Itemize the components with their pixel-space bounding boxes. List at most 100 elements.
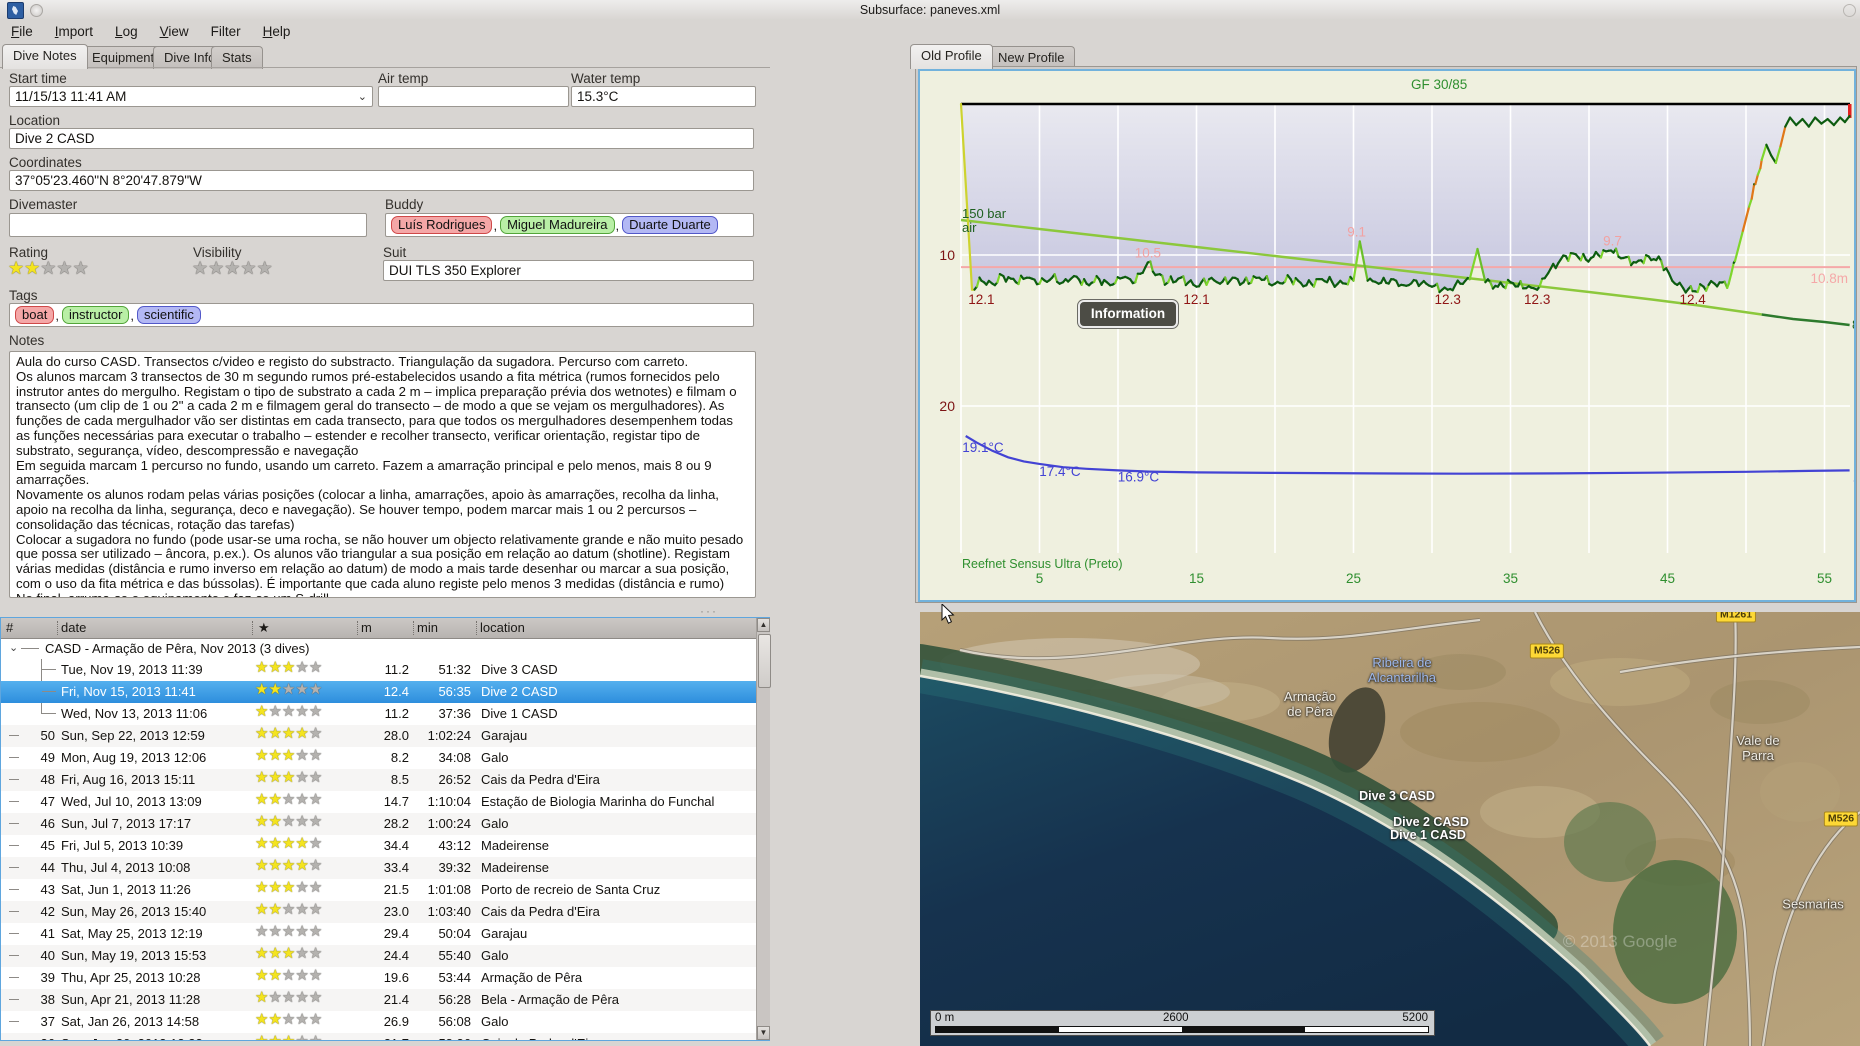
scrollbar-thumb[interactable] <box>758 634 771 688</box>
col-location[interactable]: location <box>480 620 525 635</box>
table-row[interactable]: 41 Sat, May 25, 2013 12:19 ★★★★★ 29.4 50:04 G… <box>1 923 757 945</box>
map-place-label: Sesmarias <box>1782 896 1844 912</box>
table-row[interactable]: Wed, Nov 13, 2013 11:06 ★★★★★ 11.2 37:36 Div… <box>1 703 757 725</box>
dive-tag[interactable]: instructor <box>61 306 130 324</box>
table-row[interactable]: 39 Thu, Apr 25, 2013 10:28 ★★★★★ 19.6 53:44 A… <box>1 967 757 989</box>
svg-text:15: 15 <box>1189 571 1204 586</box>
dive-site-map[interactable]: 0 m 2600 5200 Armação de Pêra Ribeira de … <box>920 612 1860 1046</box>
table-row[interactable]: 45 Fri, Jul 5, 2013 10:39 ★★★★★ 34.4 43:12 Ma… <box>1 835 757 857</box>
table-row[interactable]: 36Sun, Jan 20, 2013 12:33★★★★★21.758:36C… <box>1 1033 757 1040</box>
menu-view[interactable]: View <box>153 22 196 42</box>
dive-list-table: # date ★ m min location ⌄ CASD - Armação … <box>0 617 770 1041</box>
table-row[interactable]: 48 Fri, Aug 16, 2013 15:11 ★★★★★ 8.5 26:52 Ca… <box>1 769 757 791</box>
star-icon: ★ <box>281 835 296 852</box>
dive-site-label[interactable]: Dive 3 CASD <box>1359 789 1435 803</box>
svg-text:80: 80 <box>1852 317 1854 332</box>
titlebar-right-icon[interactable] <box>1843 4 1856 17</box>
star-icon: ★ <box>255 835 269 852</box>
table-row[interactable]: 43 Sat, Jun 1, 2013 11:26 ★★★★★ 21.5 1:01:08… <box>1 879 757 901</box>
svg-text:45: 45 <box>1660 571 1675 586</box>
table-row[interactable]: 49 Mon, Aug 19, 2013 12:06 ★★★★★ 8.2 34:08 Ga… <box>1 747 757 769</box>
tab-stats[interactable]: Stats <box>211 46 263 69</box>
expander-icon[interactable]: ⌄ <box>9 641 18 654</box>
table-row[interactable]: 47 Wed, Jul 10, 2013 13:09 ★★★★★ 14.7 1:10:0… <box>1 791 757 813</box>
star-icon: ★ <box>255 681 269 698</box>
tags-input[interactable]: boat, instructor, scientific <box>9 303 754 327</box>
star-icon: ★ <box>255 967 269 984</box>
air-temp-input[interactable] <box>378 86 569 107</box>
notes-textarea[interactable]: Aula do curso CASD. Transectos c/video e… <box>9 351 756 598</box>
table-row[interactable]: 42 Sun, May 26, 2013 15:40 ★★★★★ 23.0 1:03:4… <box>1 901 757 923</box>
menu-filter[interactable]: Filter <box>204 22 248 42</box>
tab-old-profile[interactable]: Old Profile <box>910 44 993 69</box>
table-row[interactable]: 46 Sun, Jul 7, 2013 17:17 ★★★★★ 28.2 1:00:24… <box>1 813 757 835</box>
splitter-handle[interactable]: ··· <box>700 604 718 618</box>
visibility-stars[interactable]: ★★★★★ <box>192 259 273 277</box>
star-icon: ★ <box>268 659 282 676</box>
dive-rating: ★★★★★ <box>255 902 322 918</box>
information-button[interactable]: Information <box>1078 300 1178 328</box>
tag-separator: , <box>493 217 498 233</box>
dive-number: 42 <box>40 904 55 919</box>
star-icon: ★ <box>268 813 282 830</box>
dive-depth: 28.0 <box>383 728 409 743</box>
tab-dive-notes[interactable]: Dive Notes <box>2 44 88 69</box>
coordinates-input[interactable]: 37°05'23.460"N 8°20'47.879"W <box>9 170 754 191</box>
dive-rating: ★★★★★ <box>255 682 322 698</box>
buddy-tag[interactable]: Luís Rodrigues <box>391 216 493 234</box>
suit-input[interactable]: DUI TLS 350 Explorer <box>383 260 754 281</box>
dive-duration: 1:01:08 <box>427 882 471 897</box>
profile-tab-bar: Old Profile New Profile <box>910 44 1310 69</box>
menu-file[interactable]: File <box>4 22 40 42</box>
table-row[interactable]: 37 Sat, Jan 26, 2013 14:58 ★★★★★ 26.9 56:08 G… <box>1 1011 757 1033</box>
col-duration[interactable]: min <box>417 620 438 635</box>
star-icon: ★ <box>308 857 323 874</box>
col-depth[interactable]: m <box>361 620 372 635</box>
dive-location: Cais da Pedra d'Eira <box>481 1036 600 1040</box>
chart-plot-area[interactable]: GF 30/85 10 20 5 15 25 35 45 55 Reefnet Sensus Ul… <box>918 69 1860 602</box>
tag-separator: , <box>130 307 135 323</box>
col-date[interactable]: date <box>61 620 86 635</box>
star-icon: ★ <box>281 967 296 984</box>
menu-import[interactable]: Import <box>48 22 100 42</box>
dive-list-header[interactable]: # date ★ m min location <box>1 618 757 639</box>
map-place-label: Vale de Parra <box>1736 733 1780 763</box>
buddy-tag[interactable]: Duarte Duarte <box>622 216 718 234</box>
menu-log[interactable]: Log <box>108 22 145 42</box>
table-row[interactable]: 44 Thu, Jul 4, 2013 10:08 ★★★★★ 33.4 39:32 Ma… <box>1 857 757 879</box>
table-row[interactable]: 38 Sun, Apr 21, 2013 11:28 ★★★★★ 21.4 56:28 B… <box>1 989 757 1011</box>
star-icon: ★ <box>268 747 282 764</box>
scroll-up-icon[interactable]: ▲ <box>757 618 770 632</box>
svg-text:10.5: 10.5 <box>1135 246 1161 261</box>
dive-date: Sun, Jan 20, 2013 12:33 <box>61 1036 203 1040</box>
star-icon: ★ <box>295 703 309 720</box>
buddy-tag[interactable]: Miguel Madureira <box>500 216 615 234</box>
table-row[interactable]: 40 Sun, May 19, 2013 15:53 ★★★★★ 24.4 55:40 G… <box>1 945 757 967</box>
table-row[interactable]: Tue, Nov 19, 2013 11:39 ★★★★★ 11.2 51:32 Div… <box>1 659 757 681</box>
dive-site-label[interactable]: Dive 1 CASD <box>1390 828 1466 842</box>
svg-text:55: 55 <box>1817 571 1832 586</box>
dive-tag[interactable]: scientific <box>137 306 201 324</box>
star-icon: ★ <box>308 835 323 852</box>
table-row-selected[interactable]: Fri, Nov 15, 2013 11:41 ★★★★★ 12.4 56:35 Div… <box>1 681 757 703</box>
menu-help[interactable]: Help <box>256 22 298 42</box>
svg-text:150 bar: 150 bar <box>962 206 1007 221</box>
dive-list-scrollbar[interactable]: ▲ ▼ <box>756 618 771 1040</box>
rating-stars[interactable]: ★★★★★ <box>8 259 89 277</box>
dive-tag[interactable]: boat <box>15 306 55 324</box>
col-number[interactable]: # <box>6 620 13 635</box>
table-row[interactable]: 50 Sun, Sep 22, 2013 12:59 ★★★★★ 28.0 1:02:2… <box>1 725 757 747</box>
location-input[interactable]: Dive 2 CASD <box>9 128 754 149</box>
col-rating[interactable]: ★ <box>258 620 270 636</box>
title-bar[interactable]: Subsurface: paneves.xml <box>0 0 1860 20</box>
scroll-down-icon[interactable]: ▼ <box>757 1026 770 1040</box>
trip-group-row[interactable]: ⌄ CASD - Armação de Pêra, Nov 2013 (3 div… <box>1 638 757 659</box>
dive-site-label[interactable]: Dive 2 CASD <box>1393 815 1469 829</box>
water-temp-input[interactable]: 15.3°C <box>571 86 756 107</box>
star-icon: ★ <box>255 857 269 874</box>
buddy-input[interactable]: Luís Rodrigues, Miguel Madureira, Duarte D… <box>385 213 754 237</box>
start-time-combo[interactable]: 11/15/13 11:41 AM ⌄ <box>9 86 373 107</box>
divemaster-input[interactable] <box>9 213 367 237</box>
dive-location: Bela - Armação de Pêra <box>481 992 620 1007</box>
dive-duration: 1:10:04 <box>427 794 471 809</box>
